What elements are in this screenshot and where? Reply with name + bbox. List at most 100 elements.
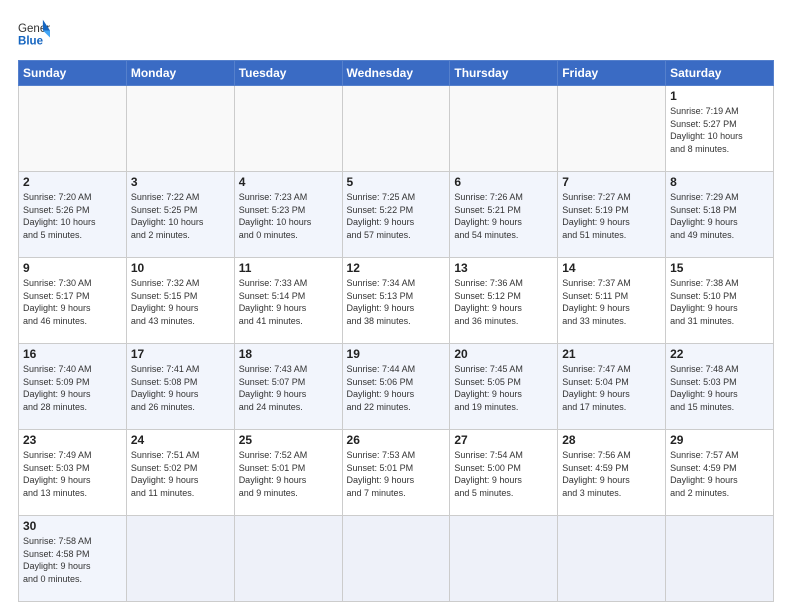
day-number: 9 xyxy=(23,261,122,275)
day-number: 24 xyxy=(131,433,230,447)
calendar-cell xyxy=(450,86,558,172)
day-info: Sunrise: 7:48 AM Sunset: 5:03 PM Dayligh… xyxy=(670,363,769,413)
day-number: 18 xyxy=(239,347,338,361)
day-info: Sunrise: 7:23 AM Sunset: 5:23 PM Dayligh… xyxy=(239,191,338,241)
day-info: Sunrise: 7:56 AM Sunset: 4:59 PM Dayligh… xyxy=(562,449,661,499)
day-number: 7 xyxy=(562,175,661,189)
calendar-cell xyxy=(19,86,127,172)
day-number: 21 xyxy=(562,347,661,361)
calendar-cell xyxy=(558,516,666,602)
day-number: 13 xyxy=(454,261,553,275)
calendar-day-header: Friday xyxy=(558,61,666,86)
day-number: 27 xyxy=(454,433,553,447)
calendar-cell: 6 Sunrise: 7:26 AM Sunset: 5:21 PM Daylig… xyxy=(450,172,558,258)
calendar-cell: 19 Sunrise: 7:44 AM Sunset: 5:06 PM Dayli… xyxy=(342,344,450,430)
day-number: 11 xyxy=(239,261,338,275)
logo: General Blue xyxy=(18,18,50,50)
day-info: Sunrise: 7:45 AM Sunset: 5:05 PM Dayligh… xyxy=(454,363,553,413)
day-number: 28 xyxy=(562,433,661,447)
calendar-cell: 23Sunrise: 7:49 AM Sunset: 5:03 PM Dayli… xyxy=(19,430,127,516)
calendar-week-row: 1Sunrise: 7:19 AM Sunset: 5:27 PM Daylig… xyxy=(19,86,774,172)
calendar-day-header: Tuesday xyxy=(234,61,342,86)
calendar-cell: 26Sunrise: 7:53 AM Sunset: 5:01 PM Dayli… xyxy=(342,430,450,516)
calendar-week-row: 23Sunrise: 7:49 AM Sunset: 5:03 PM Dayli… xyxy=(19,430,774,516)
day-number: 1 xyxy=(670,89,769,103)
calendar-cell: 22Sunrise: 7:48 AM Sunset: 5:03 PM Dayli… xyxy=(666,344,774,430)
day-number: 10 xyxy=(131,261,230,275)
day-info: Sunrise: 7:41 AM Sunset: 5:08 PM Dayligh… xyxy=(131,363,230,413)
calendar-cell: 20 Sunrise: 7:45 AM Sunset: 5:05 PM Dayli… xyxy=(450,344,558,430)
calendar-cell xyxy=(342,86,450,172)
calendar-cell: 24 Sunrise: 7:51 AM Sunset: 5:02 PM Dayli… xyxy=(126,430,234,516)
day-info: Sunrise: 7:40 AM Sunset: 5:09 PM Dayligh… xyxy=(23,363,122,413)
calendar-cell: 2 Sunrise: 7:20 AM Sunset: 5:26 PM Daylig… xyxy=(19,172,127,258)
calendar-cell: 5 Sunrise: 7:25 AM Sunset: 5:22 PM Daylig… xyxy=(342,172,450,258)
calendar-cell: 28 Sunrise: 7:56 AM Sunset: 4:59 PM Dayli… xyxy=(558,430,666,516)
day-info: Sunrise: 7:22 AM Sunset: 5:25 PM Dayligh… xyxy=(131,191,230,241)
calendar-day-header: Sunday xyxy=(19,61,127,86)
calendar-cell: 7 Sunrise: 7:27 AM Sunset: 5:19 PM Daylig… xyxy=(558,172,666,258)
day-info: Sunrise: 7:44 AM Sunset: 5:06 PM Dayligh… xyxy=(347,363,446,413)
calendar-cell xyxy=(234,516,342,602)
day-info: Sunrise: 7:43 AM Sunset: 5:07 PM Dayligh… xyxy=(239,363,338,413)
day-info: Sunrise: 7:25 AM Sunset: 5:22 PM Dayligh… xyxy=(347,191,446,241)
day-number: 16 xyxy=(23,347,122,361)
day-info: Sunrise: 7:57 AM Sunset: 4:59 PM Dayligh… xyxy=(670,449,769,499)
day-info: Sunrise: 7:30 AM Sunset: 5:17 PM Dayligh… xyxy=(23,277,122,327)
day-info: Sunrise: 7:54 AM Sunset: 5:00 PM Dayligh… xyxy=(454,449,553,499)
day-info: Sunrise: 7:36 AM Sunset: 5:12 PM Dayligh… xyxy=(454,277,553,327)
calendar-cell: 8Sunrise: 7:29 AM Sunset: 5:18 PM Daylig… xyxy=(666,172,774,258)
calendar-table: SundayMondayTuesdayWednesdayThursdayFrid… xyxy=(18,60,774,602)
day-number: 29 xyxy=(670,433,769,447)
day-info: Sunrise: 7:49 AM Sunset: 5:03 PM Dayligh… xyxy=(23,449,122,499)
calendar-week-row: 9 Sunrise: 7:30 AM Sunset: 5:17 PM Daylig… xyxy=(19,258,774,344)
day-info: Sunrise: 7:27 AM Sunset: 5:19 PM Dayligh… xyxy=(562,191,661,241)
calendar-cell: 17Sunrise: 7:41 AM Sunset: 5:08 PM Dayli… xyxy=(126,344,234,430)
calendar-cell: 12 Sunrise: 7:34 AM Sunset: 5:13 PM Dayli… xyxy=(342,258,450,344)
day-number: 30 xyxy=(23,519,122,533)
calendar-cell: 11 Sunrise: 7:33 AM Sunset: 5:14 PM Dayli… xyxy=(234,258,342,344)
day-number: 26 xyxy=(347,433,446,447)
day-number: 4 xyxy=(239,175,338,189)
day-number: 12 xyxy=(347,261,446,275)
day-info: Sunrise: 7:20 AM Sunset: 5:26 PM Dayligh… xyxy=(23,191,122,241)
calendar-cell xyxy=(450,516,558,602)
day-number: 19 xyxy=(347,347,446,361)
day-info: Sunrise: 7:32 AM Sunset: 5:15 PM Dayligh… xyxy=(131,277,230,327)
day-number: 14 xyxy=(562,261,661,275)
calendar-header-row: SundayMondayTuesdayWednesdayThursdayFrid… xyxy=(19,61,774,86)
calendar-cell xyxy=(126,86,234,172)
day-number: 5 xyxy=(347,175,446,189)
day-info: Sunrise: 7:37 AM Sunset: 5:11 PM Dayligh… xyxy=(562,277,661,327)
calendar-cell xyxy=(558,86,666,172)
day-info: Sunrise: 7:34 AM Sunset: 5:13 PM Dayligh… xyxy=(347,277,446,327)
calendar-day-header: Monday xyxy=(126,61,234,86)
day-info: Sunrise: 7:33 AM Sunset: 5:14 PM Dayligh… xyxy=(239,277,338,327)
calendar-cell: 1Sunrise: 7:19 AM Sunset: 5:27 PM Daylig… xyxy=(666,86,774,172)
svg-text:Blue: Blue xyxy=(18,36,44,48)
calendar-day-header: Wednesday xyxy=(342,61,450,86)
calendar-day-header: Saturday xyxy=(666,61,774,86)
day-number: 8 xyxy=(670,175,769,189)
calendar-cell: 25Sunrise: 7:52 AM Sunset: 5:01 PM Dayli… xyxy=(234,430,342,516)
calendar-cell: 16 Sunrise: 7:40 AM Sunset: 5:09 PM Dayli… xyxy=(19,344,127,430)
calendar-cell xyxy=(342,516,450,602)
day-number: 3 xyxy=(131,175,230,189)
calendar-week-row: 30Sunrise: 7:58 AM Sunset: 4:58 PM Dayli… xyxy=(19,516,774,602)
calendar-cell xyxy=(666,516,774,602)
day-number: 2 xyxy=(23,175,122,189)
logo-icon: General Blue xyxy=(18,18,50,50)
day-number: 6 xyxy=(454,175,553,189)
calendar-cell xyxy=(234,86,342,172)
calendar-cell: 15Sunrise: 7:38 AM Sunset: 5:10 PM Dayli… xyxy=(666,258,774,344)
day-number: 20 xyxy=(454,347,553,361)
day-info: Sunrise: 7:38 AM Sunset: 5:10 PM Dayligh… xyxy=(670,277,769,327)
day-info: Sunrise: 7:51 AM Sunset: 5:02 PM Dayligh… xyxy=(131,449,230,499)
calendar-week-row: 2 Sunrise: 7:20 AM Sunset: 5:26 PM Daylig… xyxy=(19,172,774,258)
calendar-cell: 30Sunrise: 7:58 AM Sunset: 4:58 PM Dayli… xyxy=(19,516,127,602)
calendar-cell: 18 Sunrise: 7:43 AM Sunset: 5:07 PM Dayli… xyxy=(234,344,342,430)
calendar-cell: 27 Sunrise: 7:54 AM Sunset: 5:00 PM Dayli… xyxy=(450,430,558,516)
calendar-cell: 13 Sunrise: 7:36 AM Sunset: 5:12 PM Dayli… xyxy=(450,258,558,344)
day-info: Sunrise: 7:26 AM Sunset: 5:21 PM Dayligh… xyxy=(454,191,553,241)
calendar-cell: 21Sunrise: 7:47 AM Sunset: 5:04 PM Dayli… xyxy=(558,344,666,430)
